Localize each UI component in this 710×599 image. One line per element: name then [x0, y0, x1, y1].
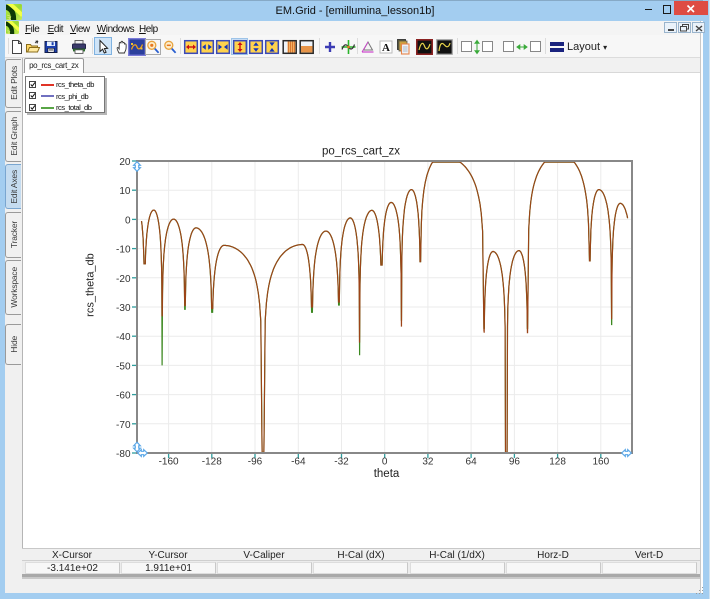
svg-text:0: 0 — [382, 457, 388, 468]
svg-text:-64: -64 — [291, 457, 306, 468]
svg-text:-30: -30 — [116, 303, 131, 314]
svg-text:-60: -60 — [116, 391, 131, 402]
svg-text:-40: -40 — [116, 332, 131, 343]
svg-text:0: 0 — [125, 215, 131, 226]
svg-text:160: 160 — [592, 457, 609, 468]
svg-text:-128: -128 — [202, 457, 222, 468]
svg-text:theta: theta — [374, 468, 400, 480]
svg-text:-80: -80 — [116, 449, 131, 460]
svg-text:20: 20 — [119, 157, 131, 168]
svg-text:128: 128 — [549, 457, 566, 468]
svg-text:-20: -20 — [116, 274, 131, 285]
svg-text:-160: -160 — [159, 457, 179, 468]
svg-text:64: 64 — [466, 457, 478, 468]
svg-text:-50: -50 — [116, 361, 131, 372]
svg-text:96: 96 — [509, 457, 521, 468]
svg-text:-96: -96 — [248, 457, 263, 468]
svg-text:-10: -10 — [116, 245, 131, 256]
svg-text:32: 32 — [422, 457, 434, 468]
svg-text:-70: -70 — [116, 420, 131, 431]
svg-text:rcs_theta_db: rcs_theta_db — [85, 253, 97, 317]
svg-text:10: 10 — [119, 186, 131, 197]
svg-text:-32: -32 — [334, 457, 349, 468]
svg-text:po_rcs_cart_zx: po_rcs_cart_zx — [322, 146, 400, 158]
